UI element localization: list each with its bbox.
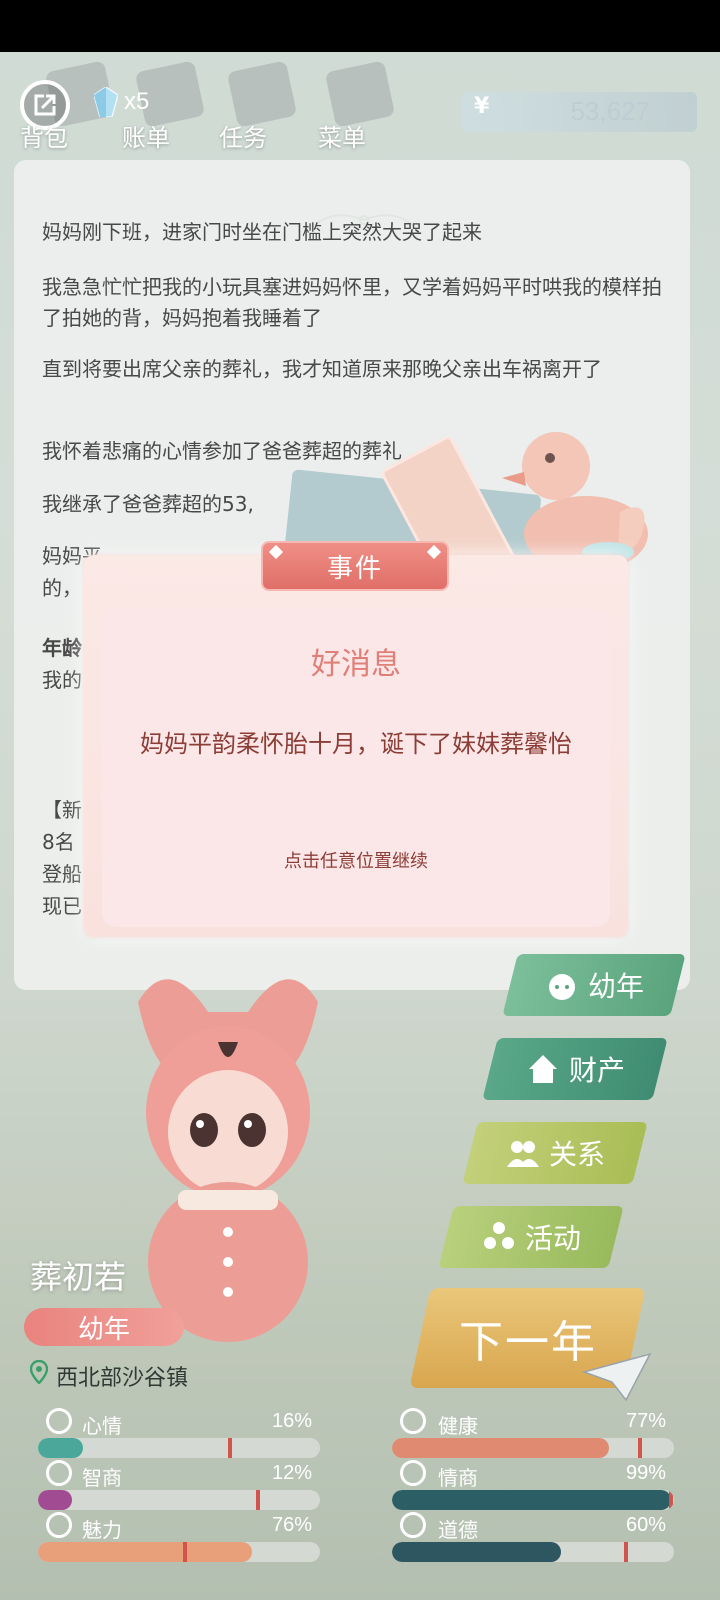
stat-bar-marker	[227, 1438, 232, 1458]
bulb-icon	[46, 1460, 72, 1486]
assets-button[interactable]: 财产	[482, 1038, 668, 1100]
paper-plane-icon	[582, 1352, 652, 1402]
assets-button-label: 财产	[568, 1054, 625, 1087]
life-stage-badge: 幼年	[24, 1308, 184, 1346]
stat-bar	[392, 1490, 674, 1510]
stat-percent: 12%	[271, 1462, 312, 1484]
location-label: 西北部沙谷镇	[56, 1366, 189, 1391]
activities-button-label: 活动	[524, 1222, 581, 1255]
status-bar	[0, 0, 720, 52]
event-banner: 事件	[261, 541, 449, 591]
stat-bar-marker	[669, 1490, 674, 1510]
house-icon	[528, 1055, 557, 1083]
character-name: 葬初若	[30, 1258, 127, 1296]
stat-bar	[392, 1438, 674, 1458]
event-title: 好消息	[311, 647, 401, 682]
smile-icon	[46, 1408, 72, 1434]
stat-percent: 16%	[271, 1410, 312, 1432]
event-content: 好消息 妈妈平韵柔怀胎十月，诞下了妹妹葬馨怡 点击任意位置继续	[102, 609, 610, 927]
diamond-icon	[268, 544, 284, 560]
game-scene: x5 背包 账单 任务 菜单 ¥ 53,627 妈妈刚下班，进家门时坐在门槛上突…	[0, 52, 720, 1600]
stat-bar	[38, 1490, 320, 1510]
stat-bar-marker	[638, 1438, 643, 1458]
diamond-icon	[426, 544, 442, 560]
stat-bar-marker	[255, 1490, 260, 1510]
continue-hint[interactable]: 点击任意位置继续	[102, 847, 610, 873]
heart-icon	[400, 1408, 426, 1434]
activity-icon	[483, 1222, 514, 1249]
stat-label: 魅力	[82, 1518, 122, 1542]
stat-label: 道德	[438, 1518, 478, 1542]
people-icon	[506, 1141, 539, 1167]
apple-icon	[400, 1460, 426, 1486]
stat-bar-marker	[624, 1542, 629, 1562]
stat-bar-fill	[38, 1438, 84, 1458]
stage-button-label: 幼年	[587, 970, 644, 1003]
stat-label: 智商	[82, 1466, 122, 1490]
event-message: 妈妈平韵柔怀胎十月，诞下了妹妹葬馨怡	[140, 730, 572, 758]
activities-button[interactable]: 活动	[438, 1206, 624, 1268]
stat-percent: 76%	[271, 1514, 312, 1536]
relations-button-label: 关系	[548, 1138, 605, 1171]
stat-percent: 99%	[625, 1462, 666, 1484]
stat-bar-marker	[182, 1542, 187, 1562]
baby-icon	[548, 974, 575, 1000]
stat-bar	[38, 1438, 320, 1458]
stat-bar-fill	[38, 1490, 72, 1510]
event-dialog[interactable]: 事件 好消息 妈妈平韵柔怀胎十月，诞下了妹妹葬馨怡 点击任意位置继续	[84, 541, 628, 937]
stat-label: 健康	[438, 1414, 478, 1438]
character-avatar[interactable]	[118, 962, 338, 1352]
sparkle-icon	[46, 1512, 72, 1538]
stat-bar-fill	[38, 1542, 253, 1562]
stage-button[interactable]: 幼年	[502, 954, 686, 1016]
stat-percent: 77%	[625, 1410, 666, 1432]
stat-percent: 60%	[625, 1514, 666, 1536]
next-year-label: 下一年	[458, 1317, 597, 1368]
stat-bar	[38, 1542, 320, 1562]
stat-bar-fill	[392, 1490, 672, 1510]
stat-bar-fill	[392, 1438, 610, 1458]
stat-bar	[392, 1542, 674, 1562]
stat-bar-fill	[392, 1542, 562, 1562]
event-banner-label: 事件	[326, 553, 383, 584]
stat-label: 心情	[82, 1414, 122, 1438]
scale-icon	[400, 1512, 426, 1538]
location-pin-icon	[30, 1360, 48, 1384]
stat-label: 情商	[438, 1466, 478, 1490]
relations-button[interactable]: 关系	[462, 1122, 648, 1184]
